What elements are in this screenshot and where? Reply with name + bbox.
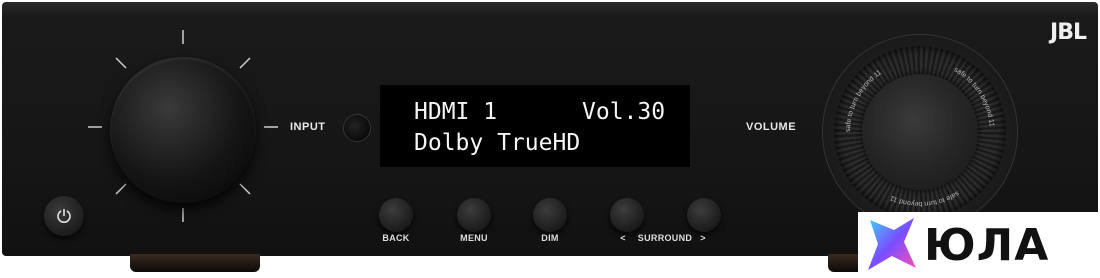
yula-wordmark: ЮЛА xyxy=(924,220,1050,271)
left-foot xyxy=(130,254,260,272)
surround-prev-arrow: < xyxy=(620,233,626,243)
yula-logo-icon xyxy=(868,218,916,270)
volume-knob[interactable] xyxy=(862,74,978,190)
dim-label: DIM xyxy=(541,233,559,243)
front-display: HDMI 1 Vol.30 Dolby TrueHD xyxy=(380,85,690,167)
menu-label: MENU xyxy=(460,233,488,243)
menu-button[interactable] xyxy=(457,198,491,232)
svg-text:safe to turn beyond 11: safe to turn beyond 11 xyxy=(889,189,960,207)
display-input: HDMI 1 xyxy=(414,99,498,125)
surround-prev-button[interactable] xyxy=(610,198,644,232)
display-format: Dolby TrueHD xyxy=(414,130,581,156)
brand-logo: JBL xyxy=(1050,20,1087,45)
input-label: INPUT xyxy=(290,121,326,133)
volume-label: VOLUME xyxy=(746,121,797,133)
marketplace-watermark: ЮЛА xyxy=(858,212,1100,278)
input-knob[interactable] xyxy=(110,57,256,203)
power-icon xyxy=(57,209,71,223)
dim-button[interactable] xyxy=(533,198,567,232)
surround-next-button[interactable] xyxy=(687,198,721,232)
surround-label: SURROUND xyxy=(637,233,693,243)
display-volume: Vol.30 xyxy=(582,99,666,125)
back-button[interactable] xyxy=(379,198,413,232)
surround-next-arrow: > xyxy=(700,233,706,243)
ir-sensor xyxy=(343,114,371,142)
power-button[interactable] xyxy=(44,196,84,236)
back-label: BACK xyxy=(382,233,410,243)
